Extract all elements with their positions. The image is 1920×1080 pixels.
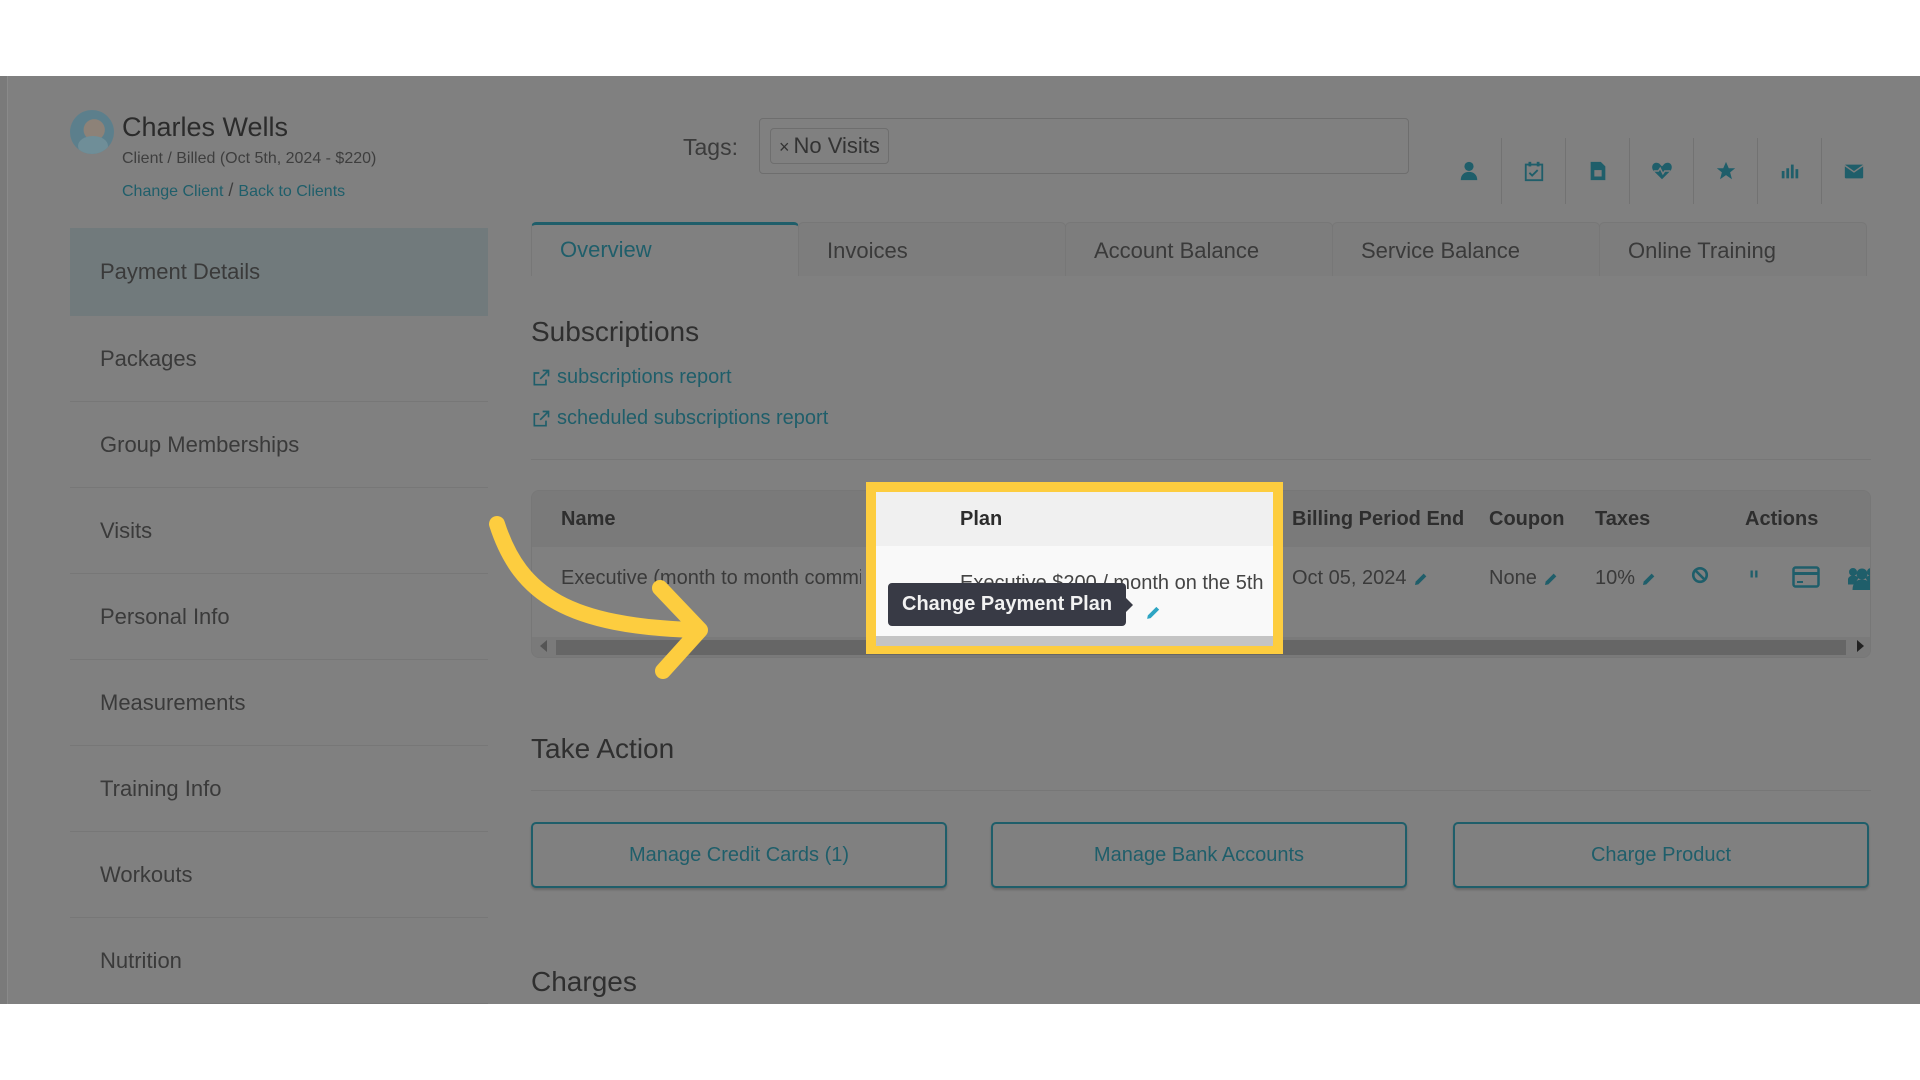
sidebar-item-packages[interactable]: Packages	[70, 316, 488, 402]
window-edge	[0, 76, 8, 1004]
avatar	[70, 110, 114, 154]
sidebar-item-training-info[interactable]: Training Info	[70, 746, 488, 832]
manage-credit-cards-button[interactable]: Manage Credit Cards (1)	[531, 822, 947, 888]
stats-button[interactable]	[1757, 138, 1821, 204]
link-separator: /	[228, 180, 234, 200]
user-icon	[1460, 161, 1478, 181]
profile-button[interactable]	[1437, 138, 1501, 204]
cancel-icon	[1691, 566, 1709, 584]
tags-label: Tags:	[683, 134, 738, 160]
client-status: Client / Billed (Oct 5th, 2024 - $220)	[122, 150, 377, 167]
col-coupon: Coupon	[1489, 508, 1565, 530]
sidebar-item-workouts[interactable]: Workouts	[70, 832, 488, 918]
envelope-icon	[1843, 164, 1864, 179]
health-button[interactable]	[1629, 138, 1693, 204]
edit-billing-end-icon[interactable]	[1413, 571, 1429, 587]
tab-bar: Overview Invoices Account Balance Servic…	[531, 222, 1871, 276]
scroll-right-icon[interactable]	[1857, 640, 1864, 652]
link-label: subscriptions report	[557, 366, 732, 388]
group-icon	[1847, 568, 1870, 591]
col-name: Name	[561, 508, 616, 530]
subscriptions-report-link[interactable]: subscriptions report	[531, 366, 732, 389]
cell-taxes: 10%	[1595, 567, 1657, 590]
plan-header-cell: Plan	[876, 492, 1273, 546]
sidebar-item-group-memberships[interactable]: Group Memberships	[70, 402, 488, 488]
sidebar-item-payment-details[interactable]: Payment Details	[70, 228, 488, 316]
payment-method-button[interactable]	[1792, 566, 1820, 593]
cell-billing-period-end: Oct 05, 2024	[1292, 567, 1429, 590]
remove-tag-icon[interactable]: ×	[779, 137, 790, 157]
manage-bank-accounts-button[interactable]: Manage Bank Accounts	[991, 822, 1407, 888]
col-billing-period-end: Billing Period End	[1292, 508, 1465, 530]
highlighted-plan-column: Plan Executive $200 / month on the 5th	[866, 482, 1283, 654]
charges-title: Charges	[531, 966, 637, 997]
sidebar: Payment Details Packages Group Membershi…	[70, 228, 488, 1004]
tab-overview[interactable]: Overview	[531, 222, 799, 276]
scrollbar-track	[876, 636, 1273, 646]
edit-coupon-icon[interactable]	[1543, 571, 1559, 587]
client-links: Change Client / Back to Clients	[122, 180, 345, 201]
cell-coupon: None	[1489, 567, 1559, 590]
tag-label: No Visits	[793, 133, 880, 158]
take-action-title: Take Action	[531, 733, 675, 764]
pause-icon	[1750, 570, 1758, 578]
coupon-value: None	[1489, 567, 1537, 589]
section-divider	[531, 459, 1871, 460]
scheduled-subscriptions-report-link[interactable]: scheduled subscriptions report	[531, 407, 828, 430]
sidebar-item-personal-info[interactable]: Personal Info	[70, 574, 488, 660]
subscriptions-title: Subscriptions	[531, 316, 700, 347]
take-action-divider	[531, 790, 1871, 791]
edit-plan-icon[interactable]	[1145, 604, 1162, 621]
cell-name: Executive (month to month commitment)	[561, 567, 861, 589]
col-taxes: Taxes	[1595, 508, 1651, 530]
star-icon	[1716, 161, 1735, 180]
cancel-subscription-button[interactable]	[1691, 566, 1709, 589]
tab-invoices[interactable]: Invoices	[798, 222, 1066, 276]
taxes-value: 10%	[1595, 567, 1636, 589]
external-link-icon	[533, 369, 550, 385]
change-client-link[interactable]: Change Client	[122, 183, 223, 200]
bar-chart-icon	[1781, 164, 1798, 179]
external-link-icon	[533, 410, 550, 426]
document-icon	[1590, 161, 1605, 181]
change-payment-plan-tooltip: Change Payment Plan	[888, 583, 1134, 626]
back-to-clients-link[interactable]: Back to Clients	[238, 183, 345, 200]
heartbeat-icon	[1651, 162, 1672, 180]
sidebar-item-nutrition[interactable]: Nutrition	[70, 918, 488, 1004]
pause-subscription-button[interactable]	[1747, 566, 1761, 587]
bottom-margin	[0, 1004, 1920, 1080]
group-members-button[interactable]	[1847, 566, 1870, 595]
tags-input[interactable]: × No Visits	[759, 118, 1409, 174]
sidebar-item-visits[interactable]: Visits	[70, 488, 488, 574]
charge-product-button[interactable]: Charge Product	[1453, 822, 1869, 888]
tab-service-balance[interactable]: Service Balance	[1332, 222, 1600, 276]
edit-taxes-icon[interactable]	[1641, 571, 1657, 587]
tag-chip: × No Visits	[770, 128, 889, 164]
documents-button[interactable]	[1565, 138, 1629, 204]
calendar-check-icon	[1524, 161, 1543, 182]
calendar-button[interactable]	[1501, 138, 1565, 204]
col-plan: Plan	[960, 508, 1003, 530]
client-toolbar	[1437, 138, 1885, 204]
sidebar-item-measurements[interactable]: Measurements	[70, 660, 488, 746]
billing-end-value: Oct 05, 2024	[1292, 567, 1407, 589]
favorites-button[interactable]	[1693, 138, 1757, 204]
client-name: Charles Wells	[122, 112, 289, 142]
scroll-left-icon[interactable]	[540, 640, 547, 652]
link-label: scheduled subscriptions report	[557, 407, 829, 429]
tab-online-training[interactable]: Online Training	[1599, 222, 1867, 276]
message-button[interactable]	[1821, 138, 1885, 204]
col-actions: Actions	[1745, 508, 1819, 530]
credit-card-icon	[1792, 566, 1820, 588]
tab-account-balance[interactable]: Account Balance	[1065, 222, 1333, 276]
